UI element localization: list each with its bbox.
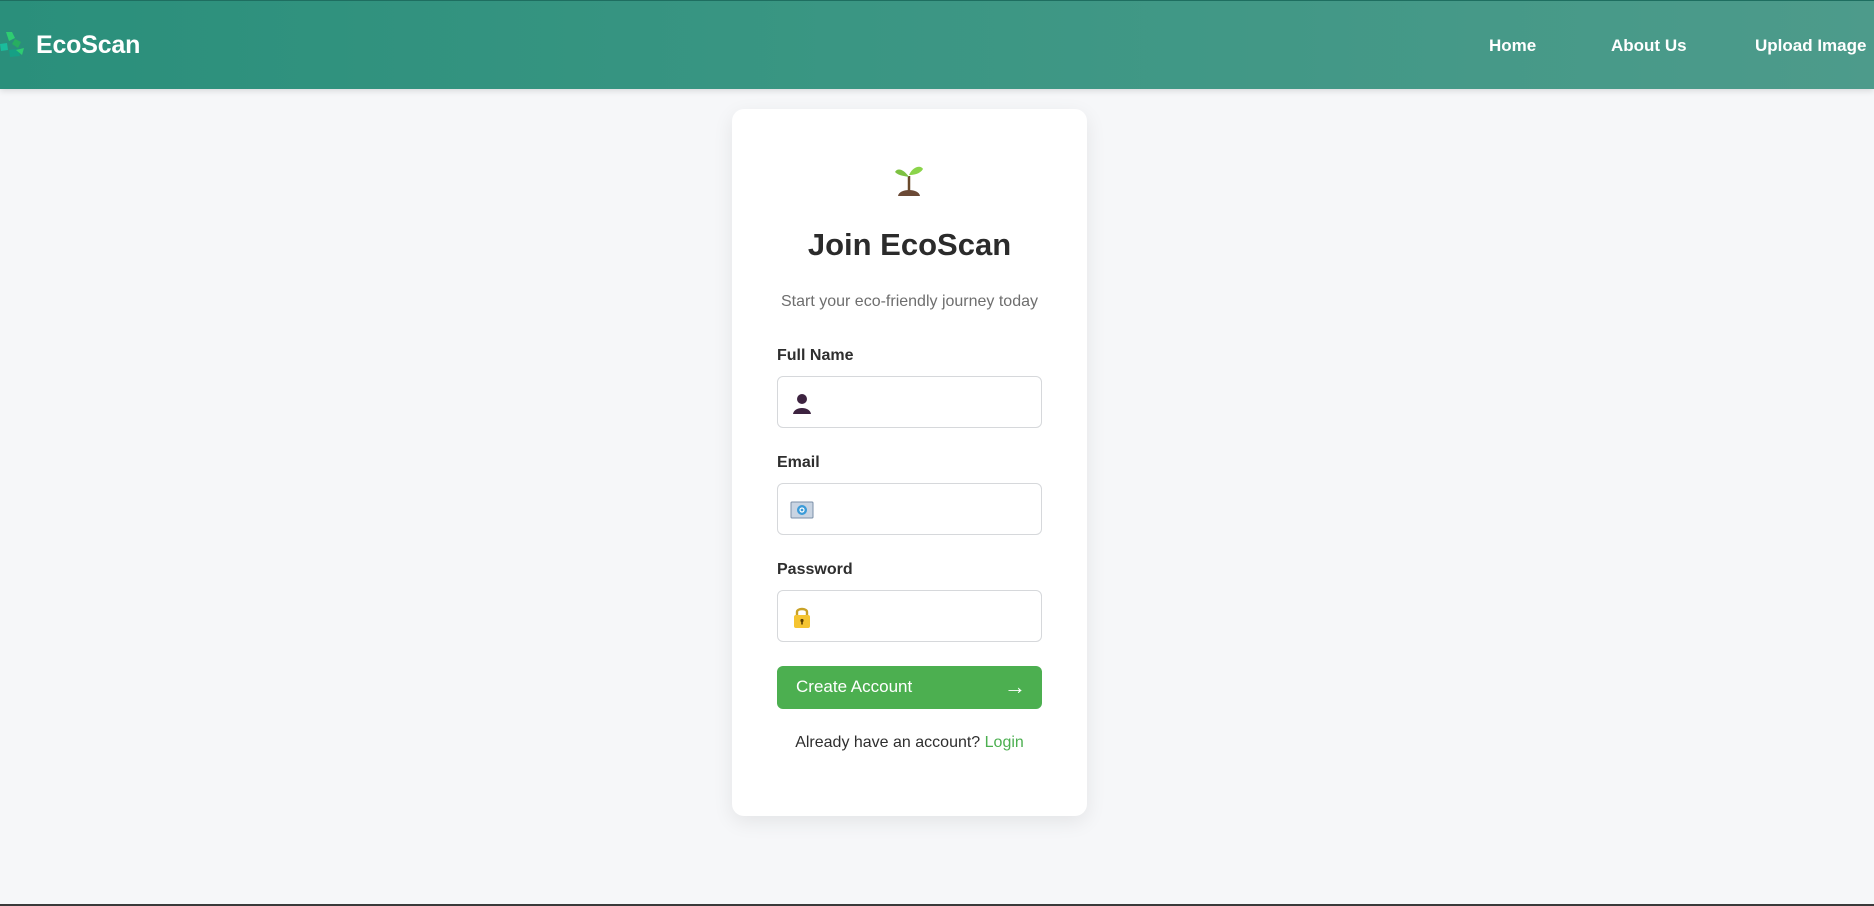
person-icon — [793, 394, 811, 414]
seedling-icon — [895, 166, 923, 196]
password-input[interactable] — [824, 591, 1038, 643]
arrow-right-icon: → — [1004, 674, 1026, 699]
brand-name: EcoScan — [36, 30, 141, 59]
page-subtitle: Start your eco-friendly journey today — [780, 293, 1038, 310]
email-icon — [790, 501, 814, 519]
password-field[interactable] — [777, 590, 1042, 643]
top-navbar: EcoScan Home About Us Upload Image — [0, 0, 1874, 89]
page-title: Join EcoScan — [807, 227, 1012, 262]
login-prompt: Already have an account? Login — [732, 734, 1087, 752]
full-name-field[interactable] — [777, 376, 1042, 429]
recycle-icon — [0, 32, 24, 57]
email-field[interactable] — [777, 483, 1042, 536]
full-name-input[interactable] — [824, 377, 1038, 429]
login-prompt-text: Already have an account? — [795, 734, 981, 751]
login-link[interactable]: Login — [985, 734, 1024, 751]
nav-upload-link[interactable]: Upload Image — [1755, 36, 1874, 56]
create-account-label: Create Account — [796, 677, 913, 696]
password-label: Password — [777, 561, 853, 578]
nav-about-link[interactable]: About Us — [1611, 36, 1721, 56]
brand[interactable]: EcoScan — [0, 25, 140, 65]
nav-home-link[interactable]: Home — [1489, 36, 1549, 56]
create-account-button[interactable]: Create Account → — [777, 666, 1042, 709]
signup-card: Join EcoScan Start your eco-friendly jou… — [732, 109, 1087, 816]
email-input[interactable] — [824, 484, 1038, 536]
email-label: Email — [777, 454, 820, 471]
full-name-label: Full Name — [777, 347, 854, 364]
lock-icon — [794, 607, 810, 628]
